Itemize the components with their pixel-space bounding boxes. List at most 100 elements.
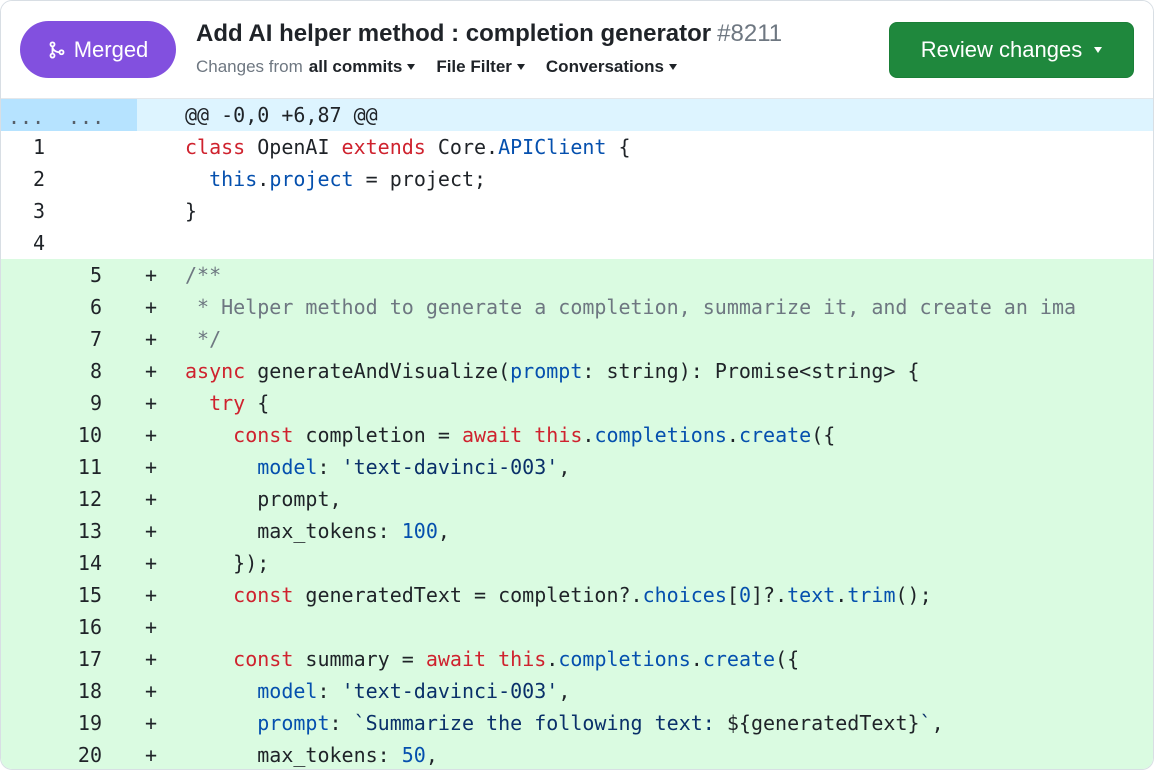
pr-title-text: Add AI helper method : completion genera… [196,20,712,47]
context-line-row: 1 class OpenAI extends Core.APIClient { [1,131,1153,163]
old-line-number[interactable]: 4 [1,227,45,259]
code-line: async generateAndVisualize(prompt: strin… [185,359,920,383]
triangle-down-icon [516,64,525,70]
added-line-row: 10 + const completion = await this.comple… [1,419,1153,451]
commits-dropdown[interactable]: all commits [309,57,416,77]
old-line-number[interactable]: 1 [1,131,45,163]
old-line-number[interactable]: 2 [1,163,45,195]
new-line-number[interactable]: 20 [58,739,102,769]
old-line-number[interactable]: 3 [1,195,45,227]
diff-sign: + [145,327,158,351]
code-line: } [185,199,198,223]
diff-sign: + [145,583,158,607]
pull-request-diff-view: Merged Add AI helper method : completion… [0,0,1154,770]
code-line: */ [185,327,222,351]
added-line-row: 12 + prompt, [1,483,1153,515]
added-line-row: 11 + model: 'text-davinci-003', [1,451,1153,483]
diff-filter-bar: Changes from all commits File Filter Con… [196,57,698,77]
new-line-number[interactable]: 14 [58,547,102,579]
triangle-down-icon [669,64,677,70]
code-line: max_tokens: 50, [185,743,438,767]
hunk-gutter-old: ... [8,105,45,129]
new-line-number[interactable]: 7 [58,323,102,355]
code-line: const generatedText = completion?.choice… [233,583,932,607]
diff-sign: + [145,423,158,447]
hunk-header-row: ... ... @@ -0,0 +6,87 @@ [1,99,1153,131]
new-line-number[interactable]: 15 [58,579,102,611]
diff-sign: + [145,647,158,671]
file-filter-dropdown[interactable]: File Filter [436,57,525,77]
code-line: model: 'text-davinci-003', [257,455,571,479]
diff-sign: + [145,295,158,319]
code-line: }); [185,551,270,575]
new-line-number[interactable]: 13 [58,515,102,547]
diff-sign: + [145,519,158,543]
added-line-row: 5 + /** [1,259,1153,291]
diff-table: ... ... @@ -0,0 +6,87 @@ 1 class OpenAI e… [1,99,1153,769]
pr-title: Add AI helper method : completion genera… [196,20,782,48]
added-line-row: 13 + max_tokens: 100, [1,515,1153,547]
new-line-number[interactable]: 5 [58,259,102,291]
commits-dropdown-label: all commits [308,57,403,76]
new-line-number[interactable]: 16 [58,611,102,643]
file-filter-label: File Filter [436,57,512,76]
diff-sign: + [145,391,158,415]
added-line-row: 18 + model: 'text-davinci-003', [1,675,1153,707]
added-line-row: 17 + const summary = await this.completio… [1,643,1153,675]
added-line-row: 9 + try { [1,387,1153,419]
code-line: this.project = project; [209,167,487,191]
pr-header: Merged Add AI helper method : completion… [1,1,1153,99]
added-line-row: 7 + */ [1,323,1153,355]
pr-number[interactable]: #8211 [717,20,782,47]
diff-sign: + [145,679,158,703]
diff-sign: + [145,359,158,383]
diff-sign: + [145,711,158,735]
code-line: const completion = await this.completion… [233,423,836,447]
added-line-row: 6 + * Helper method to generate a complet… [1,291,1153,323]
code-line: * Helper method to generate a completion… [185,295,1077,319]
new-line-number[interactable]: 8 [58,355,102,387]
code-line: const summary = await this.completions.c… [233,647,800,671]
expand-hunk-button[interactable]: ... ... [1,99,137,131]
diff-sign: + [145,551,158,575]
diff-sign: + [145,455,158,479]
context-line-row: 4 [1,227,1153,259]
diff-sign: + [145,263,158,287]
new-line-number[interactable]: 11 [58,451,102,483]
diff-lines: 1 class OpenAI extends Core.APIClient { 2 … [1,131,1153,769]
code-line: max_tokens: 100, [185,519,450,543]
new-line-number[interactable]: 9 [58,387,102,419]
triangle-down-icon [1094,47,1103,53]
conversations-dropdown[interactable]: Conversations [546,57,677,77]
changes-from-label: Changes from [196,57,303,76]
code-line: prompt, [185,487,342,511]
new-line-number[interactable]: 12 [58,483,102,515]
code-line: model: 'text-davinci-003', [257,679,571,703]
diff-sign: + [145,615,158,639]
new-line-number[interactable]: 19 [58,707,102,739]
diff-sign: + [145,743,158,767]
review-changes-button[interactable]: Review changes [889,22,1134,78]
merged-status-badge: Merged [20,21,176,78]
code-line: prompt: `Summarize the following text: $… [257,711,944,735]
new-line-number[interactable]: 6 [58,291,102,323]
added-line-row: 15 + const generatedText = completion?.ch… [1,579,1153,611]
context-line-row: 2 this.project = project; [1,163,1153,195]
hunk-gutter-new: ... [68,105,105,129]
added-line-row: 8 + async generateAndVisualize(prompt: str… [1,355,1153,387]
review-changes-label: Review changes [920,37,1083,62]
new-line-number[interactable]: 10 [58,419,102,451]
context-line-row: 3} [1,195,1153,227]
hunk-header-text: @@ -0,0 +6,87 @@ [185,103,378,127]
diff-sign: + [145,487,158,511]
merge-icon [49,40,65,59]
added-line-row: 16 + [1,611,1153,643]
code-line: try { [209,391,270,415]
code-line: class OpenAI extends Core.APIClient { [185,135,631,159]
new-line-number[interactable]: 17 [58,643,102,675]
triangle-down-icon [407,64,416,70]
added-line-row: 19 + prompt: `Summarize the following tex… [1,707,1153,739]
new-line-number[interactable]: 18 [58,675,102,707]
merged-status-label: Merged [73,36,149,62]
code-line: /** [185,263,222,287]
